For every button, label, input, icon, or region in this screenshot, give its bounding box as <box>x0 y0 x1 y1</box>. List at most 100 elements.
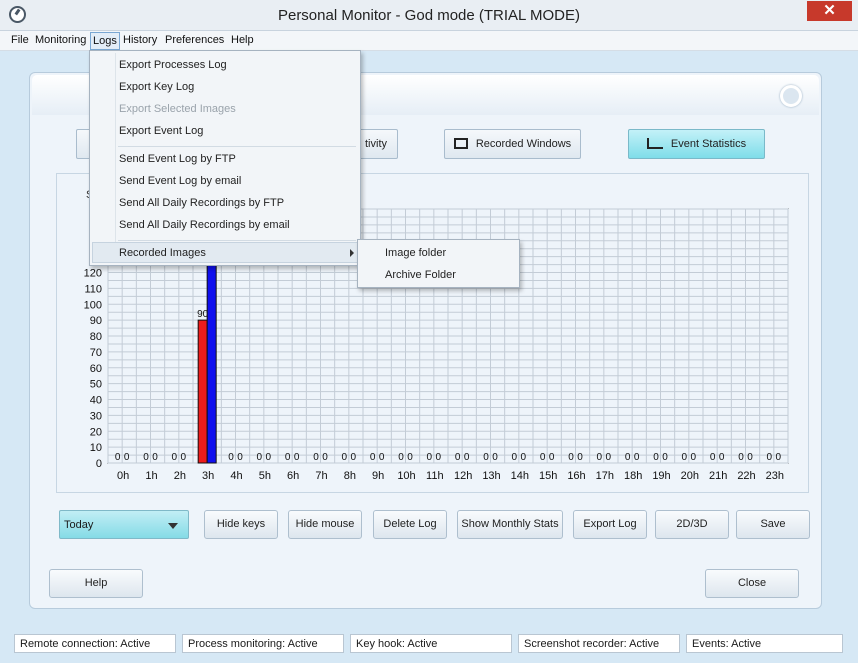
data-label: 0 <box>172 452 178 463</box>
menu-bar: File Monitoring Logs History Preferences… <box>0 31 858 51</box>
data-label: 0 <box>464 452 470 463</box>
x-tick-label: 16h <box>567 470 585 482</box>
y-tick-label: 120 <box>84 268 102 280</box>
menu-separator <box>118 240 356 241</box>
y-tick-label: 0 <box>96 458 102 470</box>
menu-preferences[interactable]: Preferences <box>165 34 224 46</box>
export-log-button[interactable]: Export Log <box>573 510 647 539</box>
data-label: 0 <box>691 452 697 463</box>
data-label: 0 <box>313 452 319 463</box>
data-label: 0 <box>719 452 725 463</box>
tab-recorded-windows-label: Recorded Windows <box>475 138 572 150</box>
hide-mouse-button[interactable]: Hide mouse <box>288 510 362 539</box>
menu-item-send-event-log-email[interactable]: Send Event Log by email <box>119 175 241 187</box>
x-tick-label: 0h <box>117 470 129 482</box>
data-label: 0 <box>257 452 263 463</box>
x-tick-label: 1h <box>145 470 157 482</box>
x-tick-label: 7h <box>315 470 327 482</box>
menu-item-recorded-images[interactable]: Recorded Images <box>119 247 206 259</box>
status-screenshot-recorder: Screenshot recorder: Active <box>518 634 680 653</box>
data-label: 0 <box>512 452 518 463</box>
submenu-item-image-folder[interactable]: Image folder <box>385 247 446 259</box>
window-title: Personal Monitor - God mode (TRIAL MODE) <box>277 7 581 24</box>
x-tick-label: 21h <box>709 470 727 482</box>
period-select[interactable]: Today <box>59 510 189 539</box>
data-label: 0 <box>266 452 272 463</box>
status-process-monitoring: Process monitoring: Active <box>182 634 344 653</box>
window-close-button[interactable]: ✕ <box>807 1 852 21</box>
chevron-right-icon <box>350 249 354 257</box>
data-label: 0 <box>747 452 753 463</box>
x-tick-label: 18h <box>624 470 642 482</box>
data-label: 0 <box>237 452 243 463</box>
menu-history[interactable]: History <box>123 34 157 46</box>
status-key-hook: Key hook: Active <box>350 634 512 653</box>
menu-item-export-key-log[interactable]: Export Key Log <box>119 81 194 93</box>
menu-separator <box>118 146 356 147</box>
menu-help[interactable]: Help <box>231 34 254 46</box>
delete-log-button[interactable]: Delete Log <box>373 510 447 539</box>
x-tick-label: 15h <box>539 470 557 482</box>
data-label: 0 <box>115 452 121 463</box>
data-label: 0 <box>521 452 527 463</box>
toggle-2d3d-button[interactable]: 2D/3D <box>655 510 729 539</box>
menu-item-export-processes-log[interactable]: Export Processes Log <box>119 59 227 71</box>
data-label: 0 <box>492 452 498 463</box>
menu-item-send-event-log-ftp[interactable]: Send Event Log by FTP <box>119 153 236 165</box>
menu-monitoring[interactable]: Monitoring <box>35 34 86 46</box>
data-label: 0 <box>606 452 612 463</box>
x-tick-label: 19h <box>652 470 670 482</box>
x-tick-label: 14h <box>511 470 529 482</box>
data-label: 0 <box>597 452 603 463</box>
y-tick-label: 100 <box>84 299 102 311</box>
x-tick-label: 13h <box>482 470 500 482</box>
menu-logs[interactable]: Logs <box>90 32 120 50</box>
data-label: 0 <box>568 452 574 463</box>
data-label: 0 <box>653 452 659 463</box>
menu-file[interactable]: File <box>11 34 29 46</box>
data-label: 0 <box>549 452 555 463</box>
data-label: 0 <box>143 452 149 463</box>
logs-menu: Export Processes Log Export Key Log Expo… <box>89 50 361 266</box>
menu-item-export-event-log[interactable]: Export Event Log <box>119 125 203 137</box>
title-bar: Personal Monitor - God mode (TRIAL MODE)… <box>0 0 858 31</box>
data-label: 0 <box>436 452 442 463</box>
data-label: 0 <box>577 452 583 463</box>
y-tick-label: 60 <box>90 363 102 375</box>
data-label: 0 <box>124 452 130 463</box>
tab-recorded-windows[interactable]: Recorded Windows <box>444 129 581 159</box>
x-tick-label: 2h <box>174 470 186 482</box>
status-events: Events: Active <box>686 634 843 653</box>
y-tick-label: 50 <box>90 379 102 391</box>
y-tick-label: 20 <box>90 426 102 438</box>
menu-item-send-daily-recordings-ftp[interactable]: Send All Daily Recordings by FTP <box>119 197 284 209</box>
x-tick-label: 3h <box>202 470 214 482</box>
y-tick-label: 10 <box>90 442 102 454</box>
show-monthly-stats-button[interactable]: Show Monthly Stats <box>457 510 563 539</box>
help-button[interactable]: Help <box>49 569 143 598</box>
recorded-images-submenu: Image folder Archive Folder <box>357 239 520 288</box>
menu-item-export-selected-images: Export Selected Images <box>119 103 236 115</box>
menu-gutter <box>115 53 116 263</box>
data-label: 0 <box>398 452 404 463</box>
camera-icon <box>453 138 468 149</box>
y-tick-label: 40 <box>90 395 102 407</box>
x-tick-label: 17h <box>596 470 614 482</box>
y-tick-label: 90 <box>90 315 102 327</box>
save-button[interactable]: Save <box>736 510 810 539</box>
menu-item-send-daily-recordings-email[interactable]: Send All Daily Recordings by email <box>119 219 290 231</box>
data-label: 0 <box>181 452 187 463</box>
x-tick-label: 4h <box>230 470 242 482</box>
data-label: 0 <box>483 452 489 463</box>
data-label: 0 <box>342 452 348 463</box>
data-label: 0 <box>407 452 413 463</box>
data-label: 0 <box>351 452 357 463</box>
hide-keys-button[interactable]: Hide keys <box>204 510 278 539</box>
submenu-item-archive-folder[interactable]: Archive Folder <box>385 269 456 281</box>
tab-event-statistics[interactable]: Event Statistics <box>628 129 765 159</box>
close-button[interactable]: Close <box>705 569 799 598</box>
y-tick-label: 110 <box>84 283 102 295</box>
data-label: 0 <box>427 452 433 463</box>
x-tick-label: 12h <box>454 470 472 482</box>
data-label: 0 <box>379 452 385 463</box>
